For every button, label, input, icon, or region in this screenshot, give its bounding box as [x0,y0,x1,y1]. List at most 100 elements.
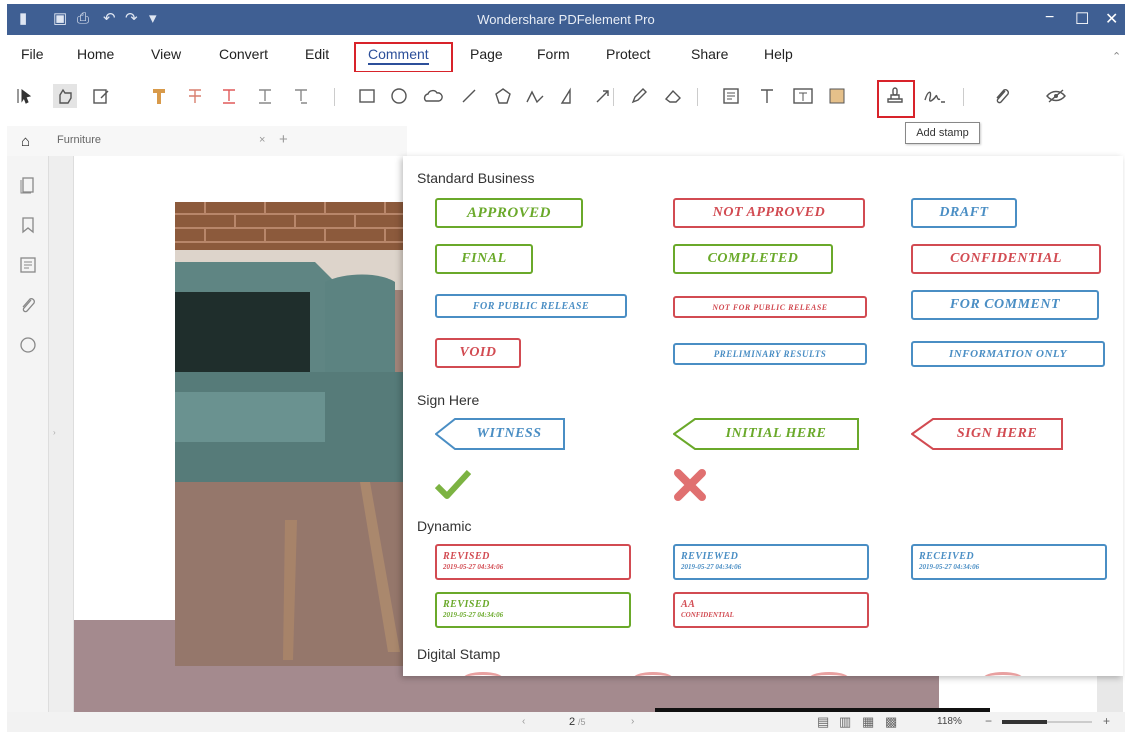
oval-icon[interactable] [387,84,411,108]
prev-page-button[interactable]: ‹ [522,716,525,727]
dynamic-stamp-revised-green[interactable]: REVISED 2019-05-27 04:34:06 [435,592,631,628]
stamp-approved[interactable]: APPROVED [435,198,583,228]
maximize-icon[interactable]: ☐ [1075,9,1089,29]
attachment-icon[interactable] [990,84,1014,108]
close-icon[interactable]: ✕ [1105,9,1118,29]
edit-text-icon[interactable] [89,84,113,108]
hand-icon[interactable] [53,84,77,108]
textbox-icon[interactable] [791,84,815,108]
panel-splitter[interactable]: › [49,156,74,712]
zoom-slider-fill [1002,720,1047,724]
stamp-final[interactable]: FINAL [435,244,533,274]
stamp-draft[interactable]: DRAFT [911,198,1017,228]
dynamic-stamp-reviewed[interactable]: REVIEWED 2019-05-27 04:34:06 [673,544,869,580]
squiggly-icon[interactable] [253,84,277,108]
stamp-for-public-release[interactable]: FOR PUBLIC RELEASE [435,294,627,318]
menu-share[interactable]: Share [691,46,728,62]
search-icon[interactable] [19,336,37,354]
cross-stamp-icon[interactable] [673,468,707,502]
dynamic-stamp-revised[interactable]: REVISED 2019-05-27 04:34:06 [435,544,631,580]
area-highlight-icon[interactable] [825,84,849,108]
cloud-icon[interactable] [421,84,445,108]
strikethrough-icon[interactable] [183,84,207,108]
zoom-out-button[interactable]: − [985,714,992,728]
stamp-sign-here[interactable]: SIGN HERE [911,418,1063,450]
caret-icon[interactable] [289,84,313,108]
vertical-scrollbar[interactable] [1097,676,1123,712]
dynamic-stamp-date: 2019-05-27 04:34:06 [443,611,504,619]
collapse-ribbon-icon[interactable]: ⌃ [1112,50,1121,63]
menu-convert[interactable]: Convert [219,46,268,62]
eraser-icon[interactable] [661,84,685,108]
dynamic-stamp-title: REVIEWED [681,551,739,562]
polyline-icon[interactable] [523,84,547,108]
minimize-icon[interactable]: − [1045,9,1054,27]
attachments-icon[interactable] [19,296,37,314]
document-tab[interactable]: Furniture × [45,126,305,156]
continuous-view-icon[interactable]: ▥ [839,714,851,730]
zoom-level[interactable]: 118% [937,716,962,727]
zoom-in-button[interactable]: + [1103,714,1110,728]
dynamic-stamp-aa-confidential[interactable]: AA CONFIDENTIAL [673,592,869,628]
rectangle-icon[interactable] [355,84,379,108]
line-icon[interactable] [457,84,481,108]
two-page-view-icon[interactable]: ▦ [862,714,874,730]
stamp-confidential[interactable]: CONFIDENTIAL [911,244,1101,274]
menu-file[interactable]: File [21,46,44,62]
menu-page[interactable]: Page [470,46,503,62]
bookmarks-icon[interactable] [19,216,37,234]
menu-edit[interactable]: Edit [305,46,329,62]
comment-toolbar [7,72,1125,124]
thumbnail-view-icon[interactable]: ▩ [885,714,897,730]
highlight-icon[interactable] [147,84,171,108]
dynamic-stamp-date: 2019-05-27 04:34:06 [443,563,504,571]
stamp-not-for-public-release[interactable]: NOT FOR PUBLIC RELEASE [673,296,867,318]
dynamic-stamp-received[interactable]: RECEIVED 2019-05-27 04:34:06 [911,544,1107,580]
collapse-panel-icon[interactable]: › [53,428,56,437]
select-icon[interactable] [13,84,37,108]
pencil-icon[interactable] [627,84,651,108]
note-icon[interactable] [719,84,743,108]
menu-bar: File Home View Convert Edit Comment Page… [7,36,1125,70]
stamp-not-approved[interactable]: NOT APPROVED [673,198,865,228]
section-standard-business: Standard Business [417,170,535,186]
digital-stamp-preview[interactable] [983,672,1023,676]
menu-view[interactable]: View [151,46,181,62]
stamp-information-only[interactable]: INFORMATION ONLY [911,341,1105,367]
digital-stamp-preview[interactable] [633,672,673,676]
stamp-for-comment[interactable]: FOR COMMENT [911,290,1099,320]
stamp-void[interactable]: VOID [435,338,521,368]
current-page[interactable]: 2 [569,716,575,728]
new-tab-icon[interactable]: + [279,131,288,148]
typewriter-icon[interactable] [755,84,779,108]
digital-stamp-preview[interactable] [463,672,503,676]
title-bar: ▮ ▣ ⎙ ↶ ↷ ▾ Wondershare PDFelement Pro −… [7,4,1125,35]
window-title: Wondershare PDFelement Pro [477,12,655,27]
stamp-sign-here-label: SIGN HERE [956,426,1038,441]
comments-icon[interactable] [19,256,37,274]
underline-icon[interactable] [217,84,241,108]
menu-protect[interactable]: Protect [606,46,650,62]
stamp-preliminary-results[interactable]: PRELIMINARY RESULTS [673,343,867,365]
triangle-icon[interactable] [557,84,581,108]
signature-icon[interactable] [923,84,947,108]
stamp-witness-label: WITNESS [476,426,542,441]
thumbnails-icon[interactable] [19,176,37,194]
tab-close-icon[interactable]: × [259,134,265,146]
checkmark-stamp-icon[interactable] [434,468,472,500]
stamp-witness[interactable]: WITNESS [435,418,565,450]
zoom-slider[interactable] [1002,720,1092,724]
hide-comments-icon[interactable] [1044,84,1068,108]
menu-help[interactable]: Help [764,46,793,62]
home-icon[interactable]: ⌂ [21,133,30,150]
polygon-icon[interactable] [491,84,515,108]
stamp-completed[interactable]: COMPLETED [673,244,833,274]
arrow-icon[interactable] [591,84,615,108]
stamp-initial-here[interactable]: INITIAL HERE [673,418,859,450]
menu-home[interactable]: Home [77,46,114,62]
digital-stamp-preview[interactable] [809,672,849,676]
section-sign-here: Sign Here [417,392,480,408]
next-page-button[interactable]: › [631,716,634,727]
menu-form[interactable]: Form [537,46,570,62]
single-page-view-icon[interactable]: ▤ [817,714,829,730]
